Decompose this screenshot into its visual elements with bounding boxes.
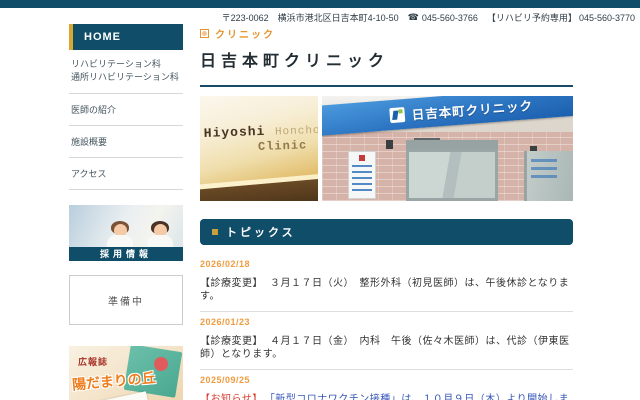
staff-person-1: [105, 220, 135, 247]
recruit-photo: [69, 205, 183, 247]
header-contact: 〒223-0062 横浜市港北区日吉本町4-10-50 ☎ 045-560-37…: [222, 11, 635, 24]
info-signboard: [348, 151, 376, 199]
sidebar-nav: リハビリテーション科 通所リハビリテーション科 医師の紹介 施設概要 アクセス: [69, 50, 183, 190]
exterior-signboard: 日吉本町クリニック: [322, 96, 573, 136]
sidebar-item-home[interactable]: HOME: [69, 24, 183, 50]
topics-heading: トピックス: [226, 227, 296, 239]
nav-group-rehab: リハビリテーション科 通所リハビリテーション科: [69, 50, 183, 94]
sidebar-item-doctors[interactable]: 医師の紹介: [69, 94, 183, 126]
main-content: クリニック 日吉本町クリニック Hiyoshi Honcho Clinic 日吉: [200, 26, 573, 400]
clinic-homepage: 〒223-0062 横浜市港北区日吉本町4-10-50 ☎ 045-560-37…: [0, 0, 640, 400]
interior-wall-sign: Hiyoshi Honcho Clinic: [203, 123, 318, 155]
recruit-banner-label: 採用情報: [69, 247, 183, 261]
sidebar-item-facility[interactable]: 施設概要: [69, 126, 183, 158]
magazine-banner[interactable]: 広報誌 陽だまりの丘: [69, 346, 183, 400]
sidebar-item-day-rehabilitation[interactable]: 通所リハビリテーション科: [71, 71, 183, 84]
magazine-page-sheet: [98, 391, 152, 400]
magazine-label: 広報誌: [78, 357, 109, 367]
sidebar-item-rehabilitation[interactable]: リハビリテーション科: [71, 58, 183, 71]
recruit-banner[interactable]: 採用情報: [69, 205, 183, 261]
topics-bullet-icon: [212, 229, 218, 235]
news-text: 【診療変更】 ３月１７日（火） 整形外科（初見医師）は、午後休診となります。: [200, 278, 570, 302]
news-text: 【診療変更】 ４月１７日（金） 内科 午後（佐々木医師）は、代診（伊東医師）となり…: [200, 336, 570, 360]
news-date: 2025/09/25: [200, 375, 251, 385]
rehab-reserve-label: 【リハビリ予約専用】: [486, 13, 577, 23]
magazine-cover-dot: [154, 357, 168, 371]
category-label: クリニック: [215, 30, 275, 41]
news-link[interactable]: 【お知らせ】「新型コロナワクチン接種」は、１０月９日（木）より開始します。詳細は…: [200, 394, 569, 400]
door-transom: [406, 140, 498, 149]
entrance-door: [406, 149, 498, 201]
news-date: 2026/02/18: [200, 259, 251, 269]
news-item: 2026/01/23 【診療変更】 ４月１７日（金） 内科 午後（佐々木医師）は、…: [200, 312, 573, 370]
topics-heading-bar: トピックス: [200, 219, 573, 245]
news-list: 2026/02/18 【診療変更】 ３月１７日（火） 整形外科（初見医師）は、午後…: [200, 254, 573, 400]
tel-number: 045-560-3766: [421, 12, 478, 23]
clinic-photos: Hiyoshi Honcho Clinic 日吉本町クリニック: [200, 96, 573, 201]
signboard-text-lines: [352, 165, 372, 195]
rehab-tel-number: 045-560-3770: [578, 12, 635, 23]
sidebar: HOME リハビリテーション科 通所リハビリテーション科 医師の紹介 施設概要 …: [69, 24, 183, 400]
exterior-photo: 日吉本町クリニック: [322, 96, 573, 201]
medical-cross-icon: [359, 155, 365, 161]
exterior-sign-text: 日吉本町クリニック: [411, 98, 534, 122]
staff-person-2: [145, 220, 175, 247]
wall-lamp: [386, 140, 393, 149]
postal-code: 〒223-0062: [221, 13, 269, 23]
news-item: 2025/09/25 【お知らせ】 「新型コロナワクチン接種」は、１０月９日（木）…: [200, 370, 573, 400]
phone-icon: ☎: [407, 12, 419, 22]
preparing-box: 準備中: [69, 275, 183, 325]
news-text: 【お知らせ】「新型コロナワクチン接種」は、１０月９日（木）より開始します。詳細は…: [200, 393, 573, 400]
side-window: [524, 151, 573, 201]
breadcrumb-category: クリニック: [200, 26, 573, 41]
clinic-icon: [200, 29, 209, 38]
top-accent-bar: [0, 0, 640, 8]
page-title: 日吉本町クリニック: [200, 47, 573, 87]
address: 横浜市港北区日吉本町4-10-50: [277, 13, 399, 23]
news-item: 2026/02/18 【診療変更】 ３月１７日（火） 整形外科（初見医師）は、午後…: [200, 254, 573, 312]
interior-photo: Hiyoshi Honcho Clinic: [200, 96, 318, 201]
clinic-logo-icon: [389, 106, 406, 123]
sidebar-item-access[interactable]: アクセス: [69, 158, 183, 190]
news-date: 2026/01/23: [200, 317, 251, 327]
